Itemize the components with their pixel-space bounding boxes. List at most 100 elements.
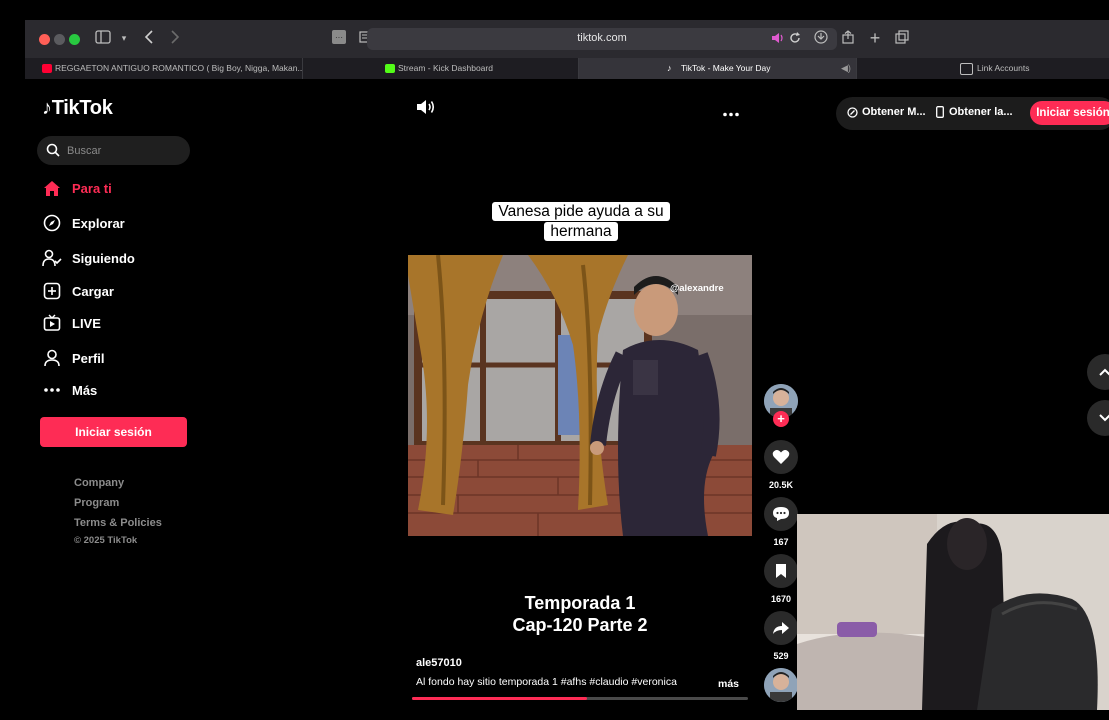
volume-icon[interactable] bbox=[416, 99, 436, 120]
footer-terms-link[interactable]: Terms & Policies bbox=[74, 517, 162, 529]
nav-siguiendo[interactable]: Siguiendo bbox=[42, 247, 135, 269]
get-app-label: Obtener M... bbox=[862, 106, 926, 118]
sound-avatar[interactable] bbox=[764, 668, 798, 702]
nav-label: Perfil bbox=[72, 350, 105, 366]
search-input[interactable] bbox=[65, 142, 184, 160]
login-button-top[interactable]: Iniciar sesión bbox=[1030, 101, 1109, 125]
download-icon[interactable] bbox=[813, 30, 829, 46]
search-icon[interactable] bbox=[46, 143, 60, 157]
video-watermark: @alexandre bbox=[670, 283, 724, 294]
heart-icon bbox=[772, 450, 790, 464]
chevron-up-icon bbox=[1099, 368, 1109, 376]
more-options-icon[interactable] bbox=[723, 104, 739, 122]
url-text: tiktok.com bbox=[577, 32, 627, 44]
tab-overview-icon[interactable] bbox=[894, 30, 910, 46]
video-progress-fill bbox=[412, 697, 587, 700]
tab-reggaeton[interactable]: REGGAETON ANTIGUO ROMANTICO ( Big Boy, N… bbox=[37, 58, 303, 79]
sidebar-toggle-icon[interactable] bbox=[95, 30, 111, 46]
video-title-line2: Cap-120 Parte 2 bbox=[512, 615, 648, 635]
more-description-button[interactable]: más bbox=[718, 678, 739, 690]
get-mobile-app-button[interactable]: Obtener la... bbox=[936, 106, 1013, 118]
extension-icon[interactable]: ··· bbox=[331, 30, 347, 46]
tiktok-logo[interactable]: ♪TikTok bbox=[42, 97, 113, 120]
share-count: 529 bbox=[773, 651, 789, 661]
video-player[interactable]: @alexandre bbox=[408, 255, 752, 536]
comment-count: 167 bbox=[773, 537, 789, 547]
search-box[interactable] bbox=[37, 136, 190, 165]
like-count: 20.5K bbox=[768, 480, 794, 490]
footer-program-link[interactable]: Program bbox=[74, 497, 119, 509]
close-window-button[interactable] bbox=[39, 34, 50, 45]
get-app-button[interactable]: Obtener M... bbox=[847, 106, 926, 118]
following-icon bbox=[42, 248, 62, 268]
share-button[interactable] bbox=[764, 611, 798, 645]
video-title: Temporada 1 Cap-120 Parte 2 bbox=[470, 592, 690, 636]
get-mobile-app-label: Obtener la... bbox=[949, 106, 1013, 118]
video-description: Al fondo hay sitio temporada 1 #afhs #cl… bbox=[416, 676, 677, 688]
like-button[interactable] bbox=[764, 440, 798, 474]
minimize-window-button[interactable] bbox=[54, 34, 65, 45]
nav-label: Explorar bbox=[72, 215, 125, 231]
webcam-image bbox=[797, 514, 1109, 710]
forward-icon[interactable] bbox=[167, 30, 183, 46]
tab-label: TikTok - Make Your Day bbox=[681, 63, 771, 73]
next-video-button[interactable] bbox=[1087, 400, 1109, 436]
footer-company-link[interactable]: Company bbox=[74, 477, 124, 489]
video-progress-bar[interactable] bbox=[412, 697, 748, 700]
nav-label: Más bbox=[72, 382, 98, 398]
tab-bar: REGGAETON ANTIGUO ROMANTICO ( Big Boy, N… bbox=[25, 58, 1109, 79]
tab-label: REGGAETON ANTIGUO ROMANTICO ( Big Boy, N… bbox=[55, 63, 303, 73]
previous-video-button[interactable] bbox=[1087, 354, 1109, 390]
tab-link-accounts[interactable]: Link Accounts bbox=[857, 58, 1109, 79]
phone-icon bbox=[936, 106, 944, 118]
tiktok-favicon-icon: ♪ bbox=[667, 63, 672, 73]
ea-icon bbox=[960, 63, 973, 75]
bookmark-icon bbox=[776, 564, 786, 578]
share-arrow-icon bbox=[773, 622, 789, 634]
browser-toolbar: ▾ ··· tiktok.com + bbox=[25, 20, 1109, 58]
more-icon bbox=[42, 380, 62, 400]
tab-tiktok[interactable]: ♪ TikTok - Make Your Day ◀) bbox=[579, 58, 857, 79]
tab-kick[interactable]: Stream - Kick Dashboard bbox=[303, 58, 579, 79]
nav-label: Para ti bbox=[72, 180, 112, 196]
reload-icon[interactable] bbox=[787, 31, 803, 47]
compass-icon bbox=[42, 213, 62, 233]
caption-text: Vanesa pide ayuda a su hermana bbox=[492, 202, 670, 241]
tab-audio-icon[interactable]: ◀) bbox=[841, 58, 851, 79]
nav-explorar[interactable]: Explorar bbox=[42, 212, 125, 234]
save-count: 1670 bbox=[770, 594, 792, 604]
save-button[interactable] bbox=[764, 554, 798, 588]
svg-text:···: ··· bbox=[335, 33, 343, 42]
logo-text: TikTok bbox=[51, 97, 113, 119]
back-icon[interactable] bbox=[141, 30, 157, 46]
nav-label: LIVE bbox=[72, 315, 101, 331]
compass-small-icon bbox=[847, 106, 858, 118]
upload-icon bbox=[42, 281, 62, 301]
nav-cargar[interactable]: Cargar bbox=[42, 280, 114, 302]
chevron-down-icon bbox=[1099, 414, 1109, 422]
video-caption: Vanesa pide ayuda a su hermana bbox=[484, 202, 678, 242]
comment-button[interactable] bbox=[764, 497, 798, 531]
video-author[interactable]: ale57010 bbox=[416, 657, 462, 669]
address-bar[interactable]: tiktok.com bbox=[367, 28, 837, 50]
login-button-sidebar[interactable]: Iniciar sesión bbox=[40, 417, 187, 447]
live-icon bbox=[42, 313, 62, 333]
chevron-down-icon[interactable]: ▾ bbox=[116, 30, 132, 46]
new-tab-icon[interactable]: + bbox=[867, 29, 883, 47]
home-icon bbox=[42, 178, 62, 198]
nav-perfil[interactable]: Perfil bbox=[42, 347, 105, 369]
zoom-window-button[interactable] bbox=[69, 34, 80, 45]
follow-plus-button[interactable]: + bbox=[773, 411, 789, 427]
nav-live[interactable]: LIVE bbox=[42, 312, 101, 334]
share-icon[interactable] bbox=[840, 30, 856, 46]
tiktok-note-icon: ♪ bbox=[42, 97, 52, 119]
nav-label: Siguiendo bbox=[72, 250, 135, 266]
audio-playing-icon[interactable] bbox=[770, 31, 786, 47]
nav-label: Cargar bbox=[72, 283, 114, 299]
profile-icon bbox=[42, 348, 62, 368]
top-right-bar: Obtener M... Obtener la... Iniciar sesió… bbox=[836, 97, 1109, 130]
video-frame-image bbox=[408, 255, 752, 536]
nav-para-ti[interactable]: Para ti bbox=[42, 177, 112, 199]
nav-mas[interactable]: Más bbox=[42, 379, 97, 401]
webcam-overlay bbox=[797, 514, 1109, 710]
